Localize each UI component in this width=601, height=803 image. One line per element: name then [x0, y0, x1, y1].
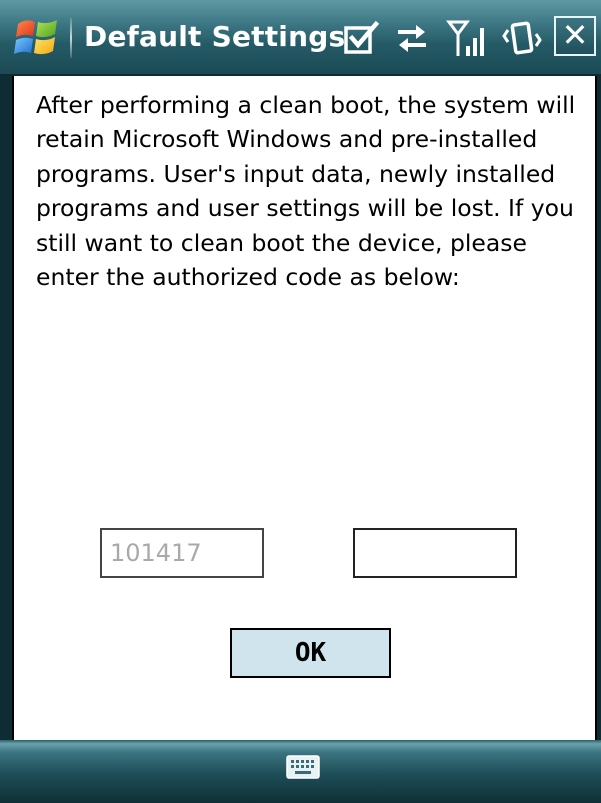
- authorized-code-display: [100, 528, 264, 578]
- warning-message: After performing a clean boot, the syste…: [36, 91, 576, 292]
- authorized-code-input[interactable]: [353, 528, 517, 578]
- ok-button[interactable]: OK: [230, 628, 391, 678]
- title-bar: Default Settings ✕: [0, 0, 601, 76]
- signal-strength-icon[interactable]: [446, 18, 490, 58]
- device-screen: Default Settings ✕ After performing a cl…: [0, 0, 601, 803]
- main-content: After performing a clean boot, the syste…: [12, 76, 597, 740]
- close-button[interactable]: ✕: [554, 16, 596, 56]
- window-title: Default Settings: [84, 20, 346, 53]
- checkbox-icon[interactable]: [342, 18, 380, 58]
- vibrate-icon[interactable]: [500, 18, 544, 58]
- bottom-bar: [0, 740, 601, 803]
- connectivity-icon[interactable]: [392, 18, 432, 58]
- start-menu-icon[interactable]: [14, 16, 60, 58]
- keyboard-icon[interactable]: [286, 754, 320, 780]
- title-separator: [70, 18, 72, 58]
